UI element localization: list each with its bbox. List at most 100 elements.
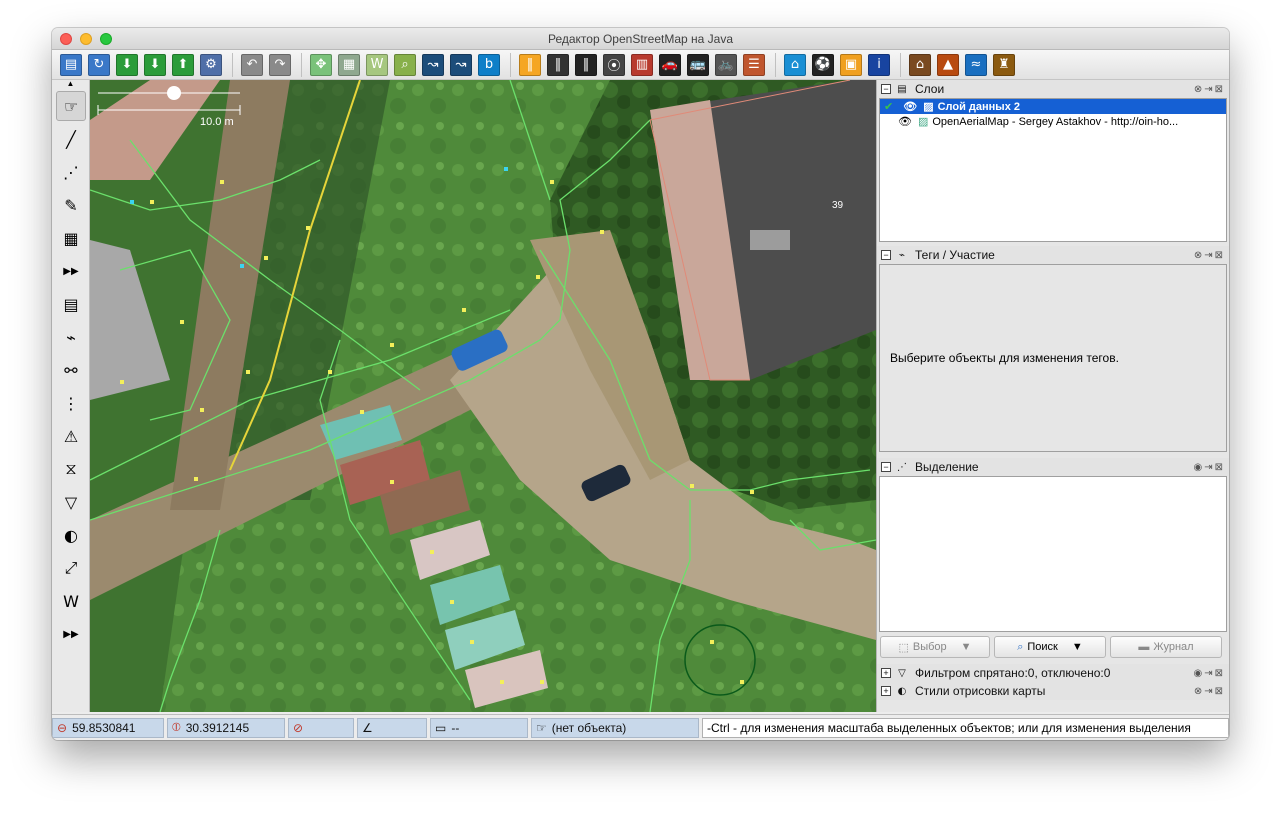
pencil-icon[interactable]: ✎: [56, 190, 86, 220]
distance-field: ▭ --: [430, 717, 528, 738]
hotel-button[interactable]: ⌂: [782, 52, 808, 78]
select-button[interactable]: ⬚ Выбор ▼: [880, 636, 990, 658]
window-title: Редактор OpenStreetMap на Java: [547, 32, 734, 46]
motorway-icon: ‖: [575, 53, 597, 76]
panel-controls-icon[interactable]: ⊗⇥⊠: [1194, 250, 1225, 261]
imagery-offset-toggle-icon[interactable]: ⤢: [56, 553, 86, 583]
longitude-value: 30.3912145: [185, 720, 250, 735]
road-button[interactable]: ‖: [545, 52, 571, 78]
layers-toggle-icon[interactable]: ▤: [56, 289, 86, 319]
open-file-icon: ▤: [60, 53, 82, 76]
select-tool-icon[interactable]: ☞: [56, 91, 86, 121]
visible-eye-icon[interactable]: 👁: [903, 100, 917, 113]
expand-icon[interactable]: +: [881, 668, 891, 678]
imagery-layer-icon: ▨: [917, 116, 929, 128]
waterway-icon: ≈: [965, 53, 987, 76]
history-button[interactable]: ▬ Журнал: [1110, 636, 1222, 658]
tags-panel-header[interactable]: − ⌁ Теги / Участие ⊗⇥⊠: [877, 246, 1229, 264]
conflict-toggle-icon[interactable]: ⚠: [56, 421, 86, 451]
more-panels-icon[interactable]: ▶▶: [56, 619, 86, 649]
download-area-button[interactable]: ⬇: [142, 52, 168, 78]
download-imagery-button[interactable]: ▦: [336, 52, 362, 78]
upload-button[interactable]: ⬆: [170, 52, 196, 78]
bing-icon: b: [478, 53, 500, 76]
distance-value: --: [451, 720, 460, 735]
map-paint-panel-header[interactable]: + ◐ Стили отрисовки карты ⊗⇥⊠: [877, 682, 1229, 700]
highway-button[interactable]: ‖: [517, 52, 543, 78]
wall-button[interactable]: ▥: [629, 52, 655, 78]
collapse-icon[interactable]: −: [881, 84, 891, 94]
wiki-toggle-icon[interactable]: W: [56, 586, 86, 616]
traffic-light-button[interactable]: ⦿: [601, 52, 627, 78]
collapse-icon[interactable]: −: [881, 462, 891, 472]
panel-controls-icon[interactable]: ⊗⇥⊠: [1194, 686, 1225, 697]
title-bar: Редактор OpenStreetMap на Java: [52, 28, 1229, 50]
bing-button[interactable]: b: [476, 52, 502, 78]
visible-eye-icon[interactable]: 👁: [898, 115, 912, 128]
bicycle-button[interactable]: 🚲: [713, 52, 739, 78]
peak-button[interactable]: ▲: [935, 52, 961, 78]
download-button[interactable]: ⬇: [114, 52, 140, 78]
layers-panel-header[interactable]: − ▤ Слои ⊗⇥⊠: [877, 80, 1229, 98]
castle-button[interactable]: ♜: [991, 52, 1017, 78]
railway-button[interactable]: ☰: [741, 52, 767, 78]
redo-button[interactable]: ↷: [267, 52, 293, 78]
filter-icon: ▽: [898, 667, 906, 679]
nodes-toggle-icon[interactable]: ⋮: [56, 388, 86, 418]
castle-icon: ♜: [993, 53, 1015, 76]
football-button[interactable]: ⚽: [810, 52, 836, 78]
panel-controls-icon[interactable]: ◉⇥⊠: [1194, 668, 1225, 679]
selection-list[interactable]: [879, 476, 1227, 632]
info-button[interactable]: i: [866, 52, 892, 78]
draw-node-icon[interactable]: ⋰: [56, 157, 86, 187]
scale-label: 10.0 m: [200, 116, 234, 128]
map-view[interactable]: 10.0 m 39: [90, 80, 876, 712]
layer-item-imagery[interactable]: 👁 ▨ OpenAerialMap - Sergey Astakhov - ht…: [880, 114, 1226, 129]
longitude-icon: ⦶: [172, 720, 181, 734]
layers-list: ✔ 👁 ▨ Слой данных 2 👁 ▨ OpenAerialMap - …: [879, 98, 1227, 242]
filter-toggle-icon[interactable]: ▽: [56, 487, 86, 517]
zoom-extents-button[interactable]: ✥: [308, 52, 334, 78]
motorway-button[interactable]: ‖: [573, 52, 599, 78]
scroll-up-icon[interactable]: ▲: [52, 80, 89, 88]
road-link-alt-button[interactable]: ↝: [448, 52, 474, 78]
filter-panel-header[interactable]: + ▽ Фильтром спрятано:0, отключено:0 ◉⇥⊠: [877, 664, 1229, 682]
open-location-button[interactable]: ↻: [86, 52, 112, 78]
latitude-field: ⊖ 59.8530841: [52, 717, 164, 738]
industrial-button[interactable]: ⌂: [907, 52, 933, 78]
info-icon: i: [868, 53, 890, 76]
search-button[interactable]: ⌕ Поиск ▼: [994, 636, 1106, 658]
collapse-icon[interactable]: −: [881, 250, 891, 260]
preferences-globe-button[interactable]: ⚙: [198, 52, 224, 78]
wms-button[interactable]: W: [364, 52, 390, 78]
dropdown-arrow-icon[interactable]: ▼: [961, 641, 972, 653]
open-file-button[interactable]: ▤: [58, 52, 84, 78]
waterway-button[interactable]: ≈: [963, 52, 989, 78]
search-button[interactable]: ⌕: [392, 52, 418, 78]
map-paint-toggle-icon[interactable]: ◐: [56, 520, 86, 550]
tags-toggle-icon[interactable]: ⌁: [56, 322, 86, 352]
car-button[interactable]: 🚗: [657, 52, 683, 78]
relations-toggle-icon[interactable]: ⚯: [56, 355, 86, 385]
draw-line-icon[interactable]: ╱: [56, 124, 86, 154]
building-tool-icon[interactable]: ▦: [56, 223, 86, 253]
shop-button[interactable]: ▣: [838, 52, 864, 78]
latitude-icon: ⊖: [57, 720, 68, 735]
more-tools-icon[interactable]: ▶▶: [56, 256, 86, 286]
road-link-button[interactable]: ↝: [420, 52, 446, 78]
dropdown-arrow-icon[interactable]: ▼: [1072, 641, 1083, 653]
undo-button[interactable]: ↶: [239, 52, 265, 78]
history-button-label: Журнал: [1153, 641, 1194, 653]
map-canvas[interactable]: 10.0 m 39: [90, 80, 876, 712]
active-check-icon[interactable]: ✔: [884, 100, 893, 113]
angle-icon: ∠: [362, 720, 373, 735]
layer-item-data[interactable]: ✔ 👁 ▨ Слой данных 2: [880, 99, 1226, 114]
panel-controls-icon[interactable]: ⊗⇥⊠: [1194, 84, 1225, 95]
bus-button[interactable]: 🚌: [685, 52, 711, 78]
panel-controls-icon[interactable]: ◉⇥⊠: [1194, 462, 1225, 473]
expand-icon[interactable]: +: [881, 686, 891, 696]
selection-panel-header[interactable]: − ⋰ Выделение ◉⇥⊠: [877, 458, 1229, 476]
validation-toggle-icon[interactable]: ⧖: [56, 454, 86, 484]
open-location-icon: ↻: [88, 53, 110, 76]
object-value: (нет объекта): [551, 720, 627, 735]
